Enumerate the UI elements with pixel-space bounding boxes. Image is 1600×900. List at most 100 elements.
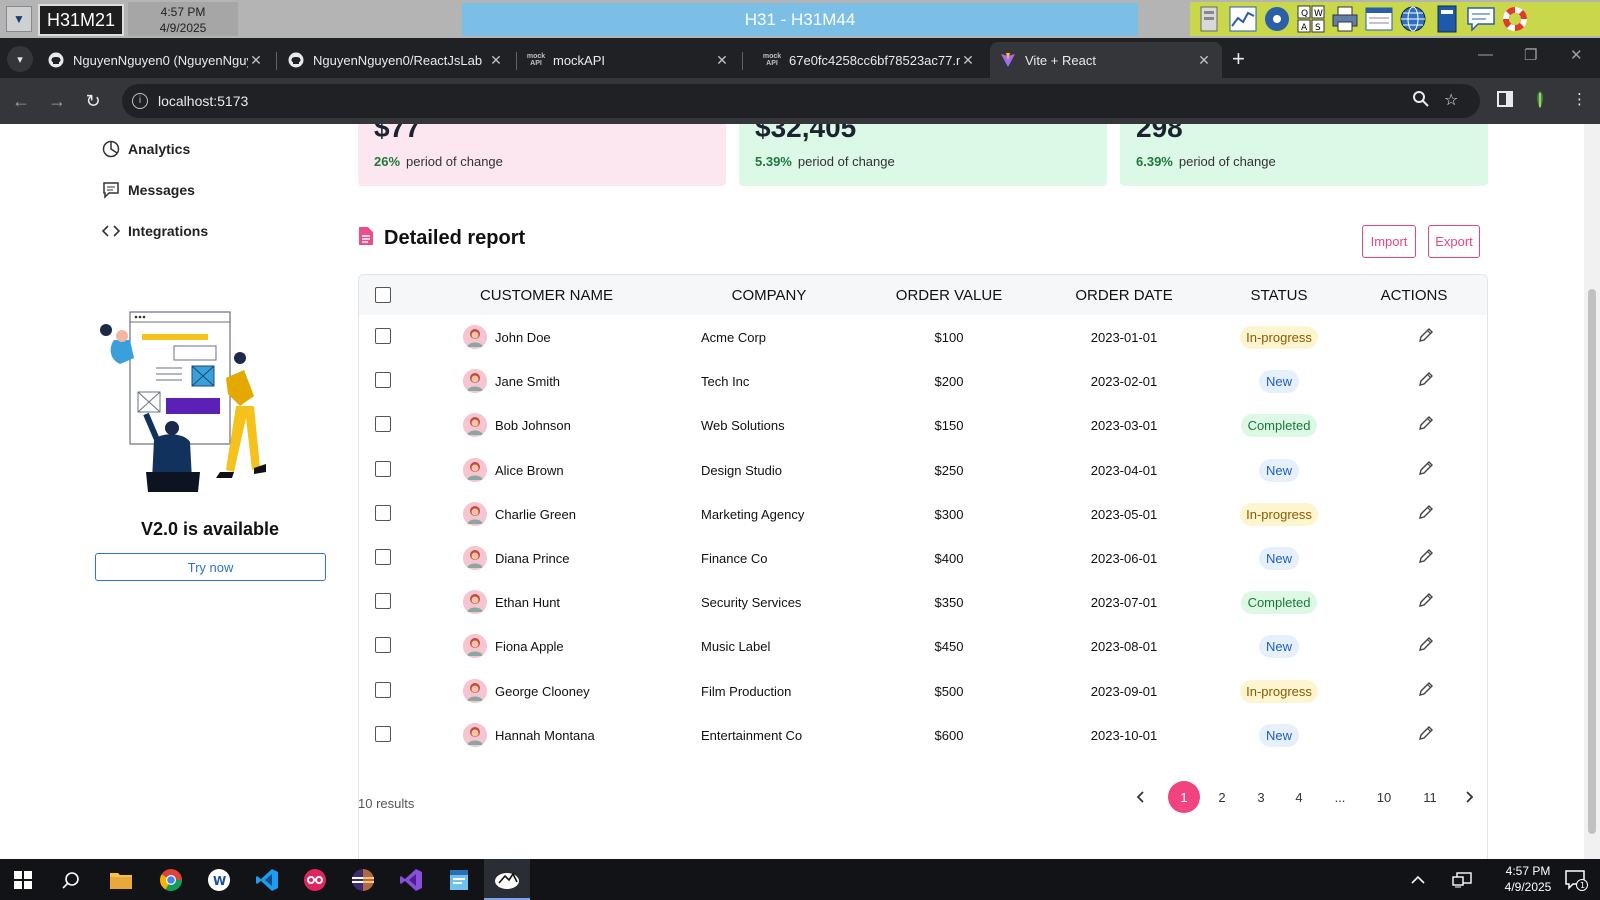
edit-icon[interactable] [1417, 326, 1435, 344]
tab-mockapi-endpoint[interactable]: mock API 67e0fc4258cc6bf78523ac77.m ✕ [754, 42, 986, 78]
show-hidden-icons-icon[interactable] [1400, 859, 1436, 900]
disc-icon[interactable] [1262, 4, 1292, 34]
row-checkbox[interactable] [375, 460, 391, 477]
word-app-icon[interactable]: W [196, 859, 242, 900]
forward-icon[interactable]: → [44, 88, 70, 114]
close-icon[interactable]: ✕ [488, 52, 504, 69]
site-info-icon[interactable]: i [132, 93, 148, 109]
visual-studio-icon[interactable] [388, 859, 434, 900]
status-badge: Completed [1241, 591, 1317, 615]
row-checkbox[interactable] [375, 416, 391, 433]
new-tab-icon[interactable]: + [1232, 46, 1245, 72]
edit-icon[interactable] [1417, 635, 1435, 653]
remote-desktop-app-icon[interactable] [484, 859, 530, 900]
tab-mockapi[interactable]: mock API mockAPI ✕ [518, 42, 740, 78]
postman-icon[interactable] [292, 859, 338, 900]
network-icon[interactable] [1444, 859, 1480, 900]
order-value: $450 [934, 639, 964, 655]
globe-icon[interactable] [1398, 4, 1428, 34]
sidebar: Analytics Messages Integrations V2.0 is … [0, 124, 340, 859]
restore-icon[interactable]: ❐ [1524, 46, 1537, 64]
row-checkbox[interactable] [375, 681, 391, 698]
lifebuoy-icon[interactable] [1500, 4, 1530, 34]
page-button-11[interactable]: 11 [1414, 781, 1446, 813]
tab-vite-react[interactable]: Vite + React ✕ [990, 42, 1222, 78]
chat-icon[interactable] [1466, 4, 1496, 34]
edit-icon[interactable] [1417, 414, 1435, 432]
side-panel-icon[interactable] [1496, 90, 1514, 112]
order-date: 2023-10-01 [1090, 727, 1158, 743]
chrome-icon[interactable] [148, 859, 194, 900]
company-name: Marketing Agency [701, 506, 805, 522]
row-checkbox[interactable] [375, 549, 391, 565]
file-explorer-icon[interactable] [98, 859, 144, 900]
server-icon[interactable] [1194, 4, 1224, 34]
zoom-icon[interactable] [1412, 90, 1430, 113]
previous-page-icon[interactable] [1124, 781, 1156, 813]
select-all-checkbox[interactable] [375, 287, 391, 303]
next-page-icon[interactable] [1454, 781, 1486, 813]
close-icon[interactable]: ✕ [714, 52, 730, 69]
minimize-icon[interactable]: — [1478, 46, 1493, 63]
page-button-4[interactable]: 4 [1283, 781, 1315, 813]
try-now-button[interactable]: Try now [95, 553, 326, 581]
edit-icon[interactable] [1417, 503, 1435, 521]
edit-icon[interactable] [1417, 724, 1435, 742]
window-icon[interactable] [1364, 4, 1394, 34]
edit-icon[interactable] [1417, 680, 1435, 698]
search-icon[interactable] [48, 859, 94, 900]
row-checkbox[interactable] [375, 593, 391, 610]
column-header-company[interactable]: COMPANY [699, 287, 839, 304]
close-icon[interactable]: ✕ [960, 52, 976, 69]
quiz-icon[interactable]: QWAS [1296, 4, 1326, 34]
close-icon[interactable]: ✕ [248, 52, 264, 69]
row-checkbox[interactable] [375, 725, 391, 742]
printer-icon[interactable] [1330, 4, 1360, 34]
sidebar-item-analytics[interactable]: Analytics [102, 140, 190, 158]
tab-search-icon[interactable]: ▾ [7, 46, 33, 72]
row-checkbox[interactable] [375, 504, 391, 521]
menu-icon[interactable]: ⋮ [1572, 90, 1587, 108]
scrollbar-thumb[interactable] [1588, 289, 1596, 834]
pin-icon[interactable]: ▼ [6, 6, 32, 32]
row-checkbox[interactable] [375, 637, 391, 654]
tab-github-profile[interactable]: NguyenNguyen0 (NguyenNguy ✕ [38, 42, 274, 78]
export-button[interactable]: Export [1428, 225, 1480, 258]
company-name: Film Production [701, 683, 792, 699]
edit-icon[interactable] [1417, 459, 1435, 477]
edit-icon[interactable] [1417, 370, 1435, 388]
row-checkbox[interactable] [375, 328, 391, 344]
column-header-order-date[interactable]: ORDER DATE [1054, 287, 1194, 304]
extension-icon[interactable] [1532, 90, 1548, 114]
row-checkbox[interactable] [375, 372, 391, 389]
windows-start-icon[interactable] [0, 859, 46, 900]
column-header-order-value[interactable]: ORDER VALUE [879, 287, 1019, 304]
back-icon[interactable]: ← [8, 88, 34, 114]
window-close-icon[interactable]: ✕ [1570, 46, 1583, 64]
bookmark-star-icon[interactable]: ☆ [1444, 90, 1458, 110]
close-icon[interactable]: ✕ [1196, 52, 1212, 69]
line-chart-icon[interactable] [1228, 4, 1258, 34]
page-button-2[interactable]: 2 [1206, 781, 1238, 813]
eclipse-icon[interactable] [340, 859, 386, 900]
reload-icon[interactable]: ↻ [80, 88, 106, 114]
page-button-1[interactable]: 1 [1168, 781, 1200, 813]
address-bar[interactable]: i localhost:5173 ☆ [122, 84, 1480, 118]
sidebar-item-messages[interactable]: Messages [102, 181, 195, 199]
book-icon[interactable] [1432, 4, 1462, 34]
edit-icon[interactable] [1417, 547, 1435, 565]
edit-icon[interactable] [1417, 591, 1435, 609]
url-text[interactable]: localhost:5173 [158, 93, 248, 109]
import-button[interactable]: Import [1362, 225, 1416, 258]
notification-center-icon[interactable]: 1 [1556, 859, 1596, 900]
page-button-3[interactable]: 3 [1245, 781, 1277, 813]
page-button-10[interactable]: 10 [1368, 781, 1400, 813]
page-scrollbar[interactable] [1584, 124, 1600, 859]
column-header-customer[interactable]: CUSTOMER NAME [469, 287, 624, 304]
notes-app-icon[interactable] [436, 859, 482, 900]
vscode-icon[interactable] [244, 859, 290, 900]
tab-github-repo[interactable]: NguyenNguyen0/ReactJsLab ✕ [278, 42, 514, 78]
column-header-status[interactable]: STATUS [1209, 287, 1349, 304]
sidebar-item-integrations[interactable]: Integrations [102, 222, 208, 240]
customer-name: George Clooney [495, 683, 590, 699]
